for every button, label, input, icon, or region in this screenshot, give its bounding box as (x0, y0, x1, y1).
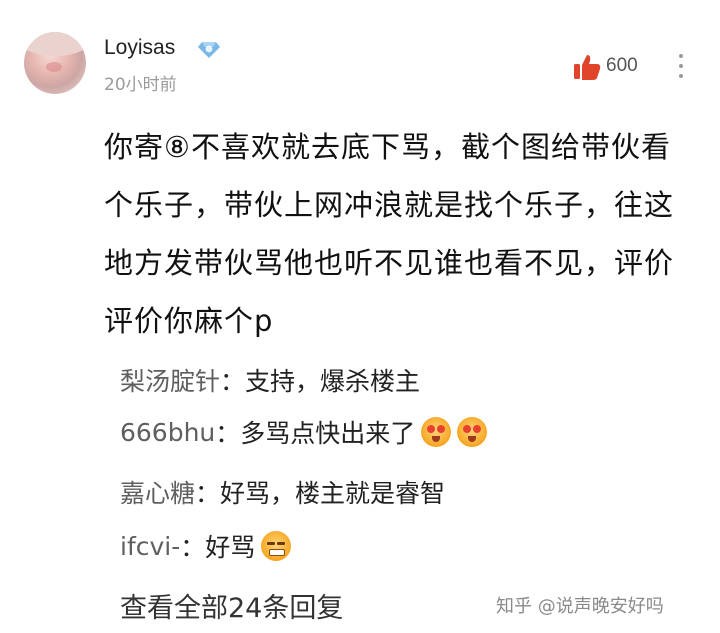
reply-text: 支持，爆杀楼主 (245, 367, 421, 396)
starstruck-emoji-icon (457, 417, 488, 447)
more-options-icon[interactable] (678, 54, 684, 78)
reply-item[interactable]: 梨汤腚针：支持，爆杀楼主 (120, 362, 420, 398)
reply-text: 好骂，楼主就是睿智 (220, 479, 446, 508)
reply-author[interactable]: 梨汤腚针 (120, 362, 220, 398)
reply-separator: ： (220, 367, 246, 396)
reply-separator: ： (195, 479, 221, 508)
reply-item[interactable]: ifcvi-：好骂 (120, 528, 292, 564)
reply-separator: ： (180, 533, 206, 562)
reply-item[interactable]: 666bhu：多骂点快出来了 (120, 414, 488, 450)
reply-author[interactable]: 666bhu (120, 418, 215, 447)
reply-author[interactable]: 嘉心糖 (120, 474, 195, 510)
post-time: 20小时前 (104, 75, 177, 95)
username[interactable]: Loyisas (104, 36, 175, 60)
avatar[interactable] (24, 32, 86, 94)
reply-separator: ： (215, 419, 241, 448)
grimace-emoji-icon (261, 531, 292, 561)
verified-diamond-icon (198, 42, 220, 58)
watermark: 知乎 @说声晚安好吗 (496, 596, 664, 617)
thumbs-up-icon[interactable] (572, 52, 602, 82)
reply-author[interactable]: ifcvi- (120, 532, 180, 561)
reply-text: 多骂点快出来了 (240, 419, 416, 448)
starstruck-emoji-icon (421, 417, 452, 447)
like-count: 600 (606, 55, 638, 76)
post-body: 你寄⑧不喜欢就去底下骂，截个图给带伙看个乐子，带伙上网冲浪就是找个乐子，往这地方… (104, 130, 675, 338)
reply-text: 好骂 (205, 533, 256, 562)
view-all-replies-link[interactable]: 查看全部24条回复 (120, 586, 343, 625)
reply-item[interactable]: 嘉心糖：好骂，楼主就是睿智 (120, 474, 445, 510)
